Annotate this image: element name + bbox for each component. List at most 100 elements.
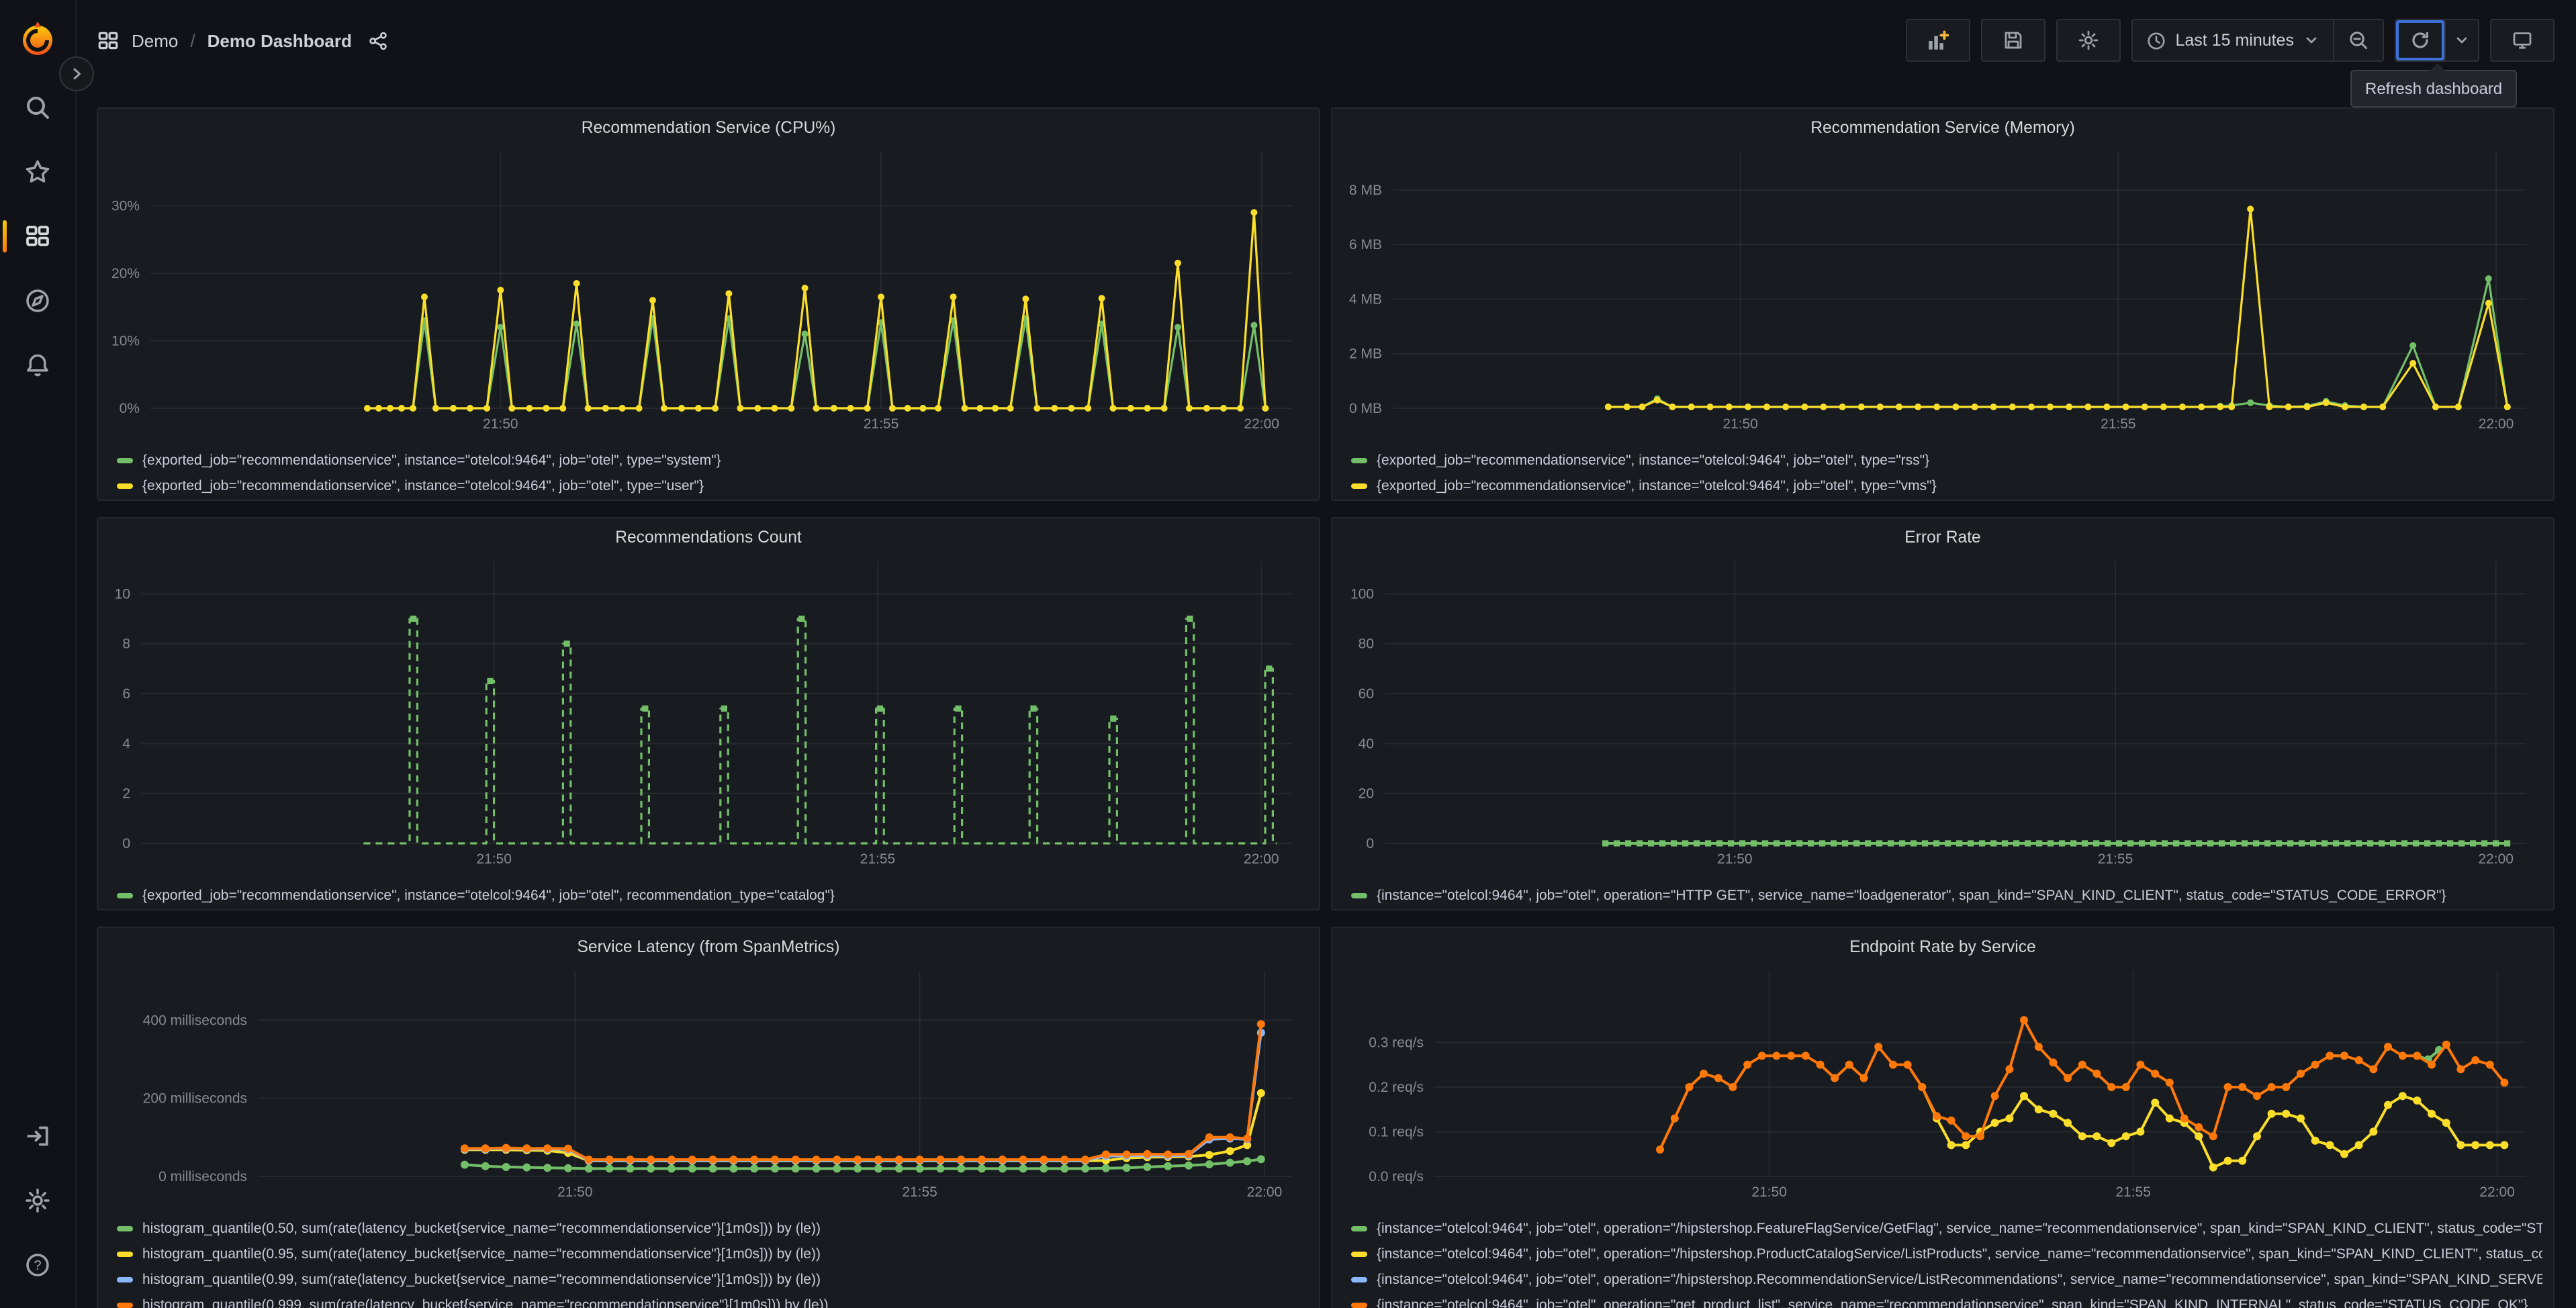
chart-svg[interactable]: 0 MB 2 MB 4 MB 6 MB 8 MB 21:50 21:55 22:00 (1343, 141, 2545, 438)
legend-item[interactable]: histogram_quantile(0.50, sum(rate(latenc… (117, 1215, 1308, 1241)
legend-series-swatch (1351, 892, 1367, 898)
svg-text:0.3 req/s: 0.3 req/s (1369, 1035, 1424, 1050)
legend-item[interactable]: histogram_quantile(0.999, sum(rate(laten… (117, 1292, 1308, 1308)
svg-text:20: 20 (1359, 786, 1374, 802)
monitor-icon (2512, 30, 2533, 51)
legend-item[interactable]: histogram_quantile(0.95, sum(rate(latenc… (117, 1241, 1308, 1266)
kiosk-mode-button[interactable] (2490, 19, 2555, 62)
legend-series-label: {instance="otelcol:9464", job="otel", op… (1377, 1220, 2542, 1236)
legend-item[interactable]: {instance="otelcol:9464", job="otel", op… (1351, 1292, 2542, 1308)
legend-item[interactable]: {exported_job="recommendationservice", i… (117, 882, 1308, 908)
svg-text:8 MB: 8 MB (1349, 183, 1382, 198)
legend-item[interactable]: {exported_job="recommendationservice", i… (117, 447, 1308, 473)
svg-text:0.2 req/s: 0.2 req/s (1369, 1080, 1424, 1095)
svg-text:22:00: 22:00 (1244, 416, 1279, 432)
time-range-picker[interactable]: Last 15 minutes (2133, 20, 2334, 60)
zoom-out-button[interactable] (2334, 20, 2383, 60)
breadcrumb: Demo / Demo Dashboard (97, 29, 388, 52)
legend-series-label: {instance="otelcol:9464", job="otel", op… (1377, 1271, 2542, 1287)
panel-title[interactable]: Recommendations Count (98, 518, 1319, 551)
chevron-right-icon (68, 66, 85, 82)
svg-text:21:50: 21:50 (1717, 851, 1753, 867)
svg-text:200 milliseconds: 200 milliseconds (143, 1091, 247, 1107)
legend-item[interactable]: {exported_job="recommendationservice", i… (1351, 447, 2542, 473)
chart-svg[interactable]: 0% 10% 20% 30% 21:50 21:55 22:00 (109, 141, 1311, 438)
legend-item[interactable]: {instance="otelcol:9464", job="otel", op… (1351, 1241, 2542, 1266)
svg-text:21:55: 21:55 (902, 1184, 937, 1200)
sidebar-item-dashboards[interactable] (0, 204, 75, 269)
sidebar-item-explore[interactable] (0, 269, 75, 333)
chart-svg[interactable]: 0 2 4 6 8 10 21:50 21:55 22:00 (109, 551, 1311, 873)
legend: {exported_job="recommendationservice", i… (98, 447, 1319, 498)
legend-series-label: {exported_job="recommendationservice", i… (1377, 452, 1930, 468)
panel-recommendations-count: Recommendations Count 0 2 4 6 8 10 21:50 21:55 2… (97, 517, 1320, 910)
panel-title[interactable]: Error Rate (1332, 518, 2553, 551)
svg-text:0.1 req/s: 0.1 req/s (1369, 1124, 1424, 1139)
sidebar-item-sign-in[interactable] (0, 1104, 75, 1168)
share-icon[interactable] (368, 30, 388, 50)
legend-item[interactable]: {instance="otelcol:9464", job="otel", op… (1351, 1215, 2542, 1241)
legend-item[interactable]: histogram_quantile(0.99, sum(rate(latenc… (117, 1266, 1308, 1292)
time-picker-group: Last 15 minutes (2131, 19, 2384, 62)
chart-memory[interactable]: 0 MB 2 MB 4 MB 6 MB 8 MB 21:50 21:55 22:00 (1332, 141, 2553, 445)
chart-svg[interactable]: 0 20 40 60 80 100 21:50 21:55 22:00 (1343, 551, 2545, 873)
refresh-interval-button[interactable] (2446, 20, 2478, 60)
legend-series-swatch (117, 1276, 133, 1282)
legend-item[interactable]: {instance="otelcol:9464", job="otel", op… (1351, 1266, 2542, 1292)
dashboards-grid-icon (97, 29, 120, 52)
panel-title[interactable]: Endpoint Rate by Service (1332, 928, 2553, 960)
compass-icon (24, 287, 51, 314)
chart-recommendations-count[interactable]: 0 2 4 6 8 10 21:50 21:55 22:00 (98, 551, 1319, 880)
svg-text:30%: 30% (111, 198, 140, 214)
svg-text:22:00: 22:00 (2479, 416, 2514, 432)
svg-text:4: 4 (122, 736, 130, 751)
svg-text:0: 0 (1366, 836, 1374, 851)
chart-service-latency[interactable]: 0 milliseconds 200 milliseconds 400 millis… (98, 960, 1319, 1213)
panel-title[interactable]: Service Latency (from SpanMetrics) (98, 928, 1319, 960)
add-panel-button[interactable] (1905, 19, 1970, 62)
save-dashboard-button[interactable] (1980, 19, 2045, 62)
panel-title[interactable]: Recommendation Service (CPU%) (98, 109, 1319, 141)
sidebar-expand-button[interactable] (59, 56, 94, 91)
chart-cpu[interactable]: 0% 10% 20% 30% 21:50 21:55 22:00 (98, 141, 1319, 445)
sidebar-item-starred[interactable] (0, 140, 75, 204)
grafana-app: ? Demo / Demo Dashboard Last 15 minutes … (0, 0, 2576, 1308)
legend-series-swatch (1351, 1302, 1367, 1307)
clock-icon (2146, 30, 2166, 50)
chart-svg[interactable]: 0 milliseconds 200 milliseconds 400 millis… (109, 960, 1311, 1206)
dashboard-settings-button[interactable] (2056, 19, 2121, 62)
sidebar-item-alerting[interactable] (0, 333, 75, 398)
chevron-down-icon (2454, 32, 2470, 48)
bell-icon (24, 352, 51, 379)
legend-item[interactable]: {exported_job="recommendationservice", i… (1351, 473, 2542, 498)
sidebar-top-group (0, 75, 75, 398)
chart-error-rate[interactable]: 0 20 40 60 80 100 21:50 21:55 22:00 (1332, 551, 2553, 880)
grafana-logo-icon[interactable] (17, 19, 58, 59)
legend-series-swatch (1351, 1251, 1367, 1256)
svg-text:21:50: 21:50 (1722, 416, 1758, 432)
refresh-icon (2409, 30, 2431, 51)
panel-title[interactable]: Recommendation Service (Memory) (1332, 109, 2553, 141)
svg-text:2: 2 (122, 786, 130, 802)
save-icon (2003, 30, 2024, 51)
dashboards-icon (24, 223, 51, 250)
chart-endpoint-rate[interactable]: 0.0 req/s 0.1 req/s 0.2 req/s 0.3 req/s 21:5… (1332, 960, 2553, 1213)
refresh-tooltip: Refresh dashboard (2350, 63, 2518, 107)
sidebar: ? (0, 0, 77, 1308)
sidebar-bottom-group: ? (0, 1104, 75, 1308)
legend-series-label: histogram_quantile(0.50, sum(rate(latenc… (142, 1220, 821, 1236)
breadcrumb-section[interactable]: Demo (132, 30, 178, 50)
svg-text:2 MB: 2 MB (1349, 346, 1382, 362)
header-bar: Demo / Demo Dashboard Last 15 minutes (75, 0, 2576, 81)
sidebar-item-settings[interactable] (0, 1168, 75, 1233)
legend-item[interactable]: {exported_job="recommendationservice", i… (117, 473, 1308, 498)
chart-svg[interactable]: 0.0 req/s 0.1 req/s 0.2 req/s 0.3 req/s 21:5… (1343, 960, 2545, 1206)
search-icon (24, 94, 51, 121)
panel-recommendation-cpu: Recommendation Service (CPU%) 0% 10% 20% 30… (97, 107, 1320, 501)
refresh-button[interactable] (2396, 20, 2444, 60)
svg-text:22:00: 22:00 (2479, 1184, 2515, 1200)
svg-text:0 milliseconds: 0 milliseconds (158, 1169, 247, 1184)
sidebar-item-help[interactable]: ? (0, 1233, 75, 1297)
legend-item[interactable]: {instance="otelcol:9464", job="otel", op… (1351, 882, 2542, 908)
legend-series-swatch (1351, 1225, 1367, 1231)
